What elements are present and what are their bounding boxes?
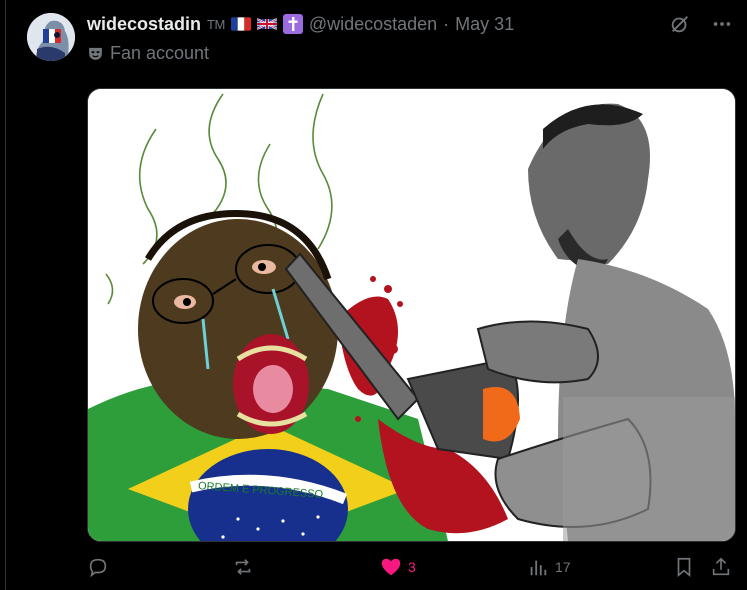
header-actions xyxy=(669,13,733,35)
user-handle[interactable]: @widecostaden xyxy=(309,14,437,35)
name-suffix: TM xyxy=(207,16,225,32)
views-icon xyxy=(530,560,547,576)
like-button[interactable]: 3 xyxy=(380,556,416,578)
repost-icon xyxy=(235,559,251,575)
bookmark-icon xyxy=(677,557,691,578)
share-icon xyxy=(712,557,730,576)
account-label: Fan account xyxy=(87,43,209,64)
uk-flag-icon xyxy=(256,17,277,31)
like-count: 3 xyxy=(408,559,416,575)
share-button[interactable] xyxy=(710,556,732,578)
post-image[interactable]: ORDEM E PROGRESSO xyxy=(87,88,736,542)
account-label-text: Fan account xyxy=(110,43,210,63)
display-name[interactable]: widecostadin xyxy=(87,14,201,35)
views-count: 17 xyxy=(555,559,571,575)
timeline-divider xyxy=(5,0,6,590)
post-header: widecostadin TM @widecostaden · May 31 xyxy=(87,13,514,35)
grok-icon[interactable] xyxy=(669,13,691,35)
action-bar: 3 17 xyxy=(0,552,747,584)
views-button[interactable]: 17 xyxy=(527,556,571,578)
more-icon[interactable] xyxy=(711,13,733,35)
heart-icon xyxy=(381,558,401,576)
france-flag-icon xyxy=(230,17,251,31)
repost-button[interactable] xyxy=(232,556,260,578)
mask-icon xyxy=(89,47,102,60)
bookmark-button[interactable] xyxy=(673,556,695,578)
avatar[interactable] xyxy=(27,13,75,61)
latin-cross-icon xyxy=(282,14,303,34)
reply-icon xyxy=(89,558,107,578)
reply-button[interactable] xyxy=(87,556,115,578)
post-date[interactable]: May 31 xyxy=(455,14,514,35)
separator-dot: · xyxy=(443,13,450,34)
